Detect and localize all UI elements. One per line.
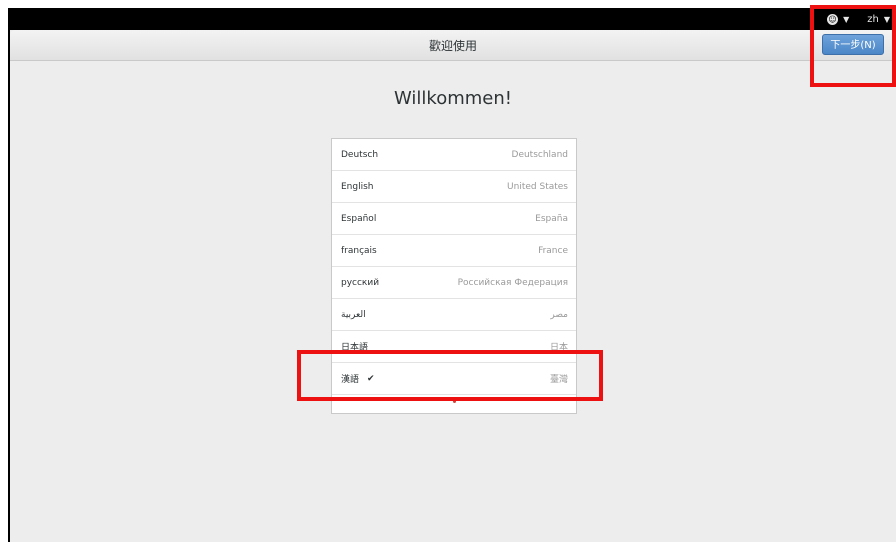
language-name-text: français — [341, 245, 377, 256]
language-name-text: English — [341, 181, 374, 192]
language-region: France — [538, 245, 568, 256]
welcome-window: 歡迎使用 下一步(N) Willkommen! Deutsch Deutschla… — [10, 30, 896, 542]
highlight-box-selected-language — [297, 350, 603, 401]
language-name-text: русский — [341, 277, 380, 288]
header-bar: 歡迎使用 下一步(N) — [10, 30, 896, 61]
language-name: français — [341, 246, 377, 256]
language-row[interactable]: English United States — [332, 171, 576, 203]
language-name-text: Español — [341, 213, 377, 224]
language-name: Deutsch — [341, 150, 378, 160]
language-row[interactable]: العربية مصر — [332, 299, 576, 331]
language-name: العربية — [341, 310, 366, 320]
language-region: Deutschland — [511, 149, 568, 160]
top-bar: ☺ ▼ zh ▼ — [8, 8, 896, 30]
language-region: United States — [507, 181, 568, 192]
welcome-heading: Willkommen! — [394, 88, 512, 109]
language-name-text: العربية — [341, 309, 366, 320]
language-region: España — [535, 213, 568, 224]
language-region: Российская Федерация — [457, 277, 568, 288]
language-row[interactable]: Deutsch Deutschland — [332, 139, 576, 171]
language-row[interactable]: русский Российская Федерация — [332, 267, 576, 299]
language-name: English — [341, 182, 374, 192]
language-name: русский — [341, 278, 379, 288]
page-title: 歡迎使用 — [428, 39, 477, 53]
language-region: مصر — [550, 309, 568, 320]
language-name: Español — [341, 214, 376, 224]
language-name-text: Deutsch — [341, 149, 379, 160]
language-row[interactable]: Español España — [332, 203, 576, 235]
highlight-box-next — [810, 5, 896, 87]
language-row[interactable]: français France — [332, 235, 576, 267]
